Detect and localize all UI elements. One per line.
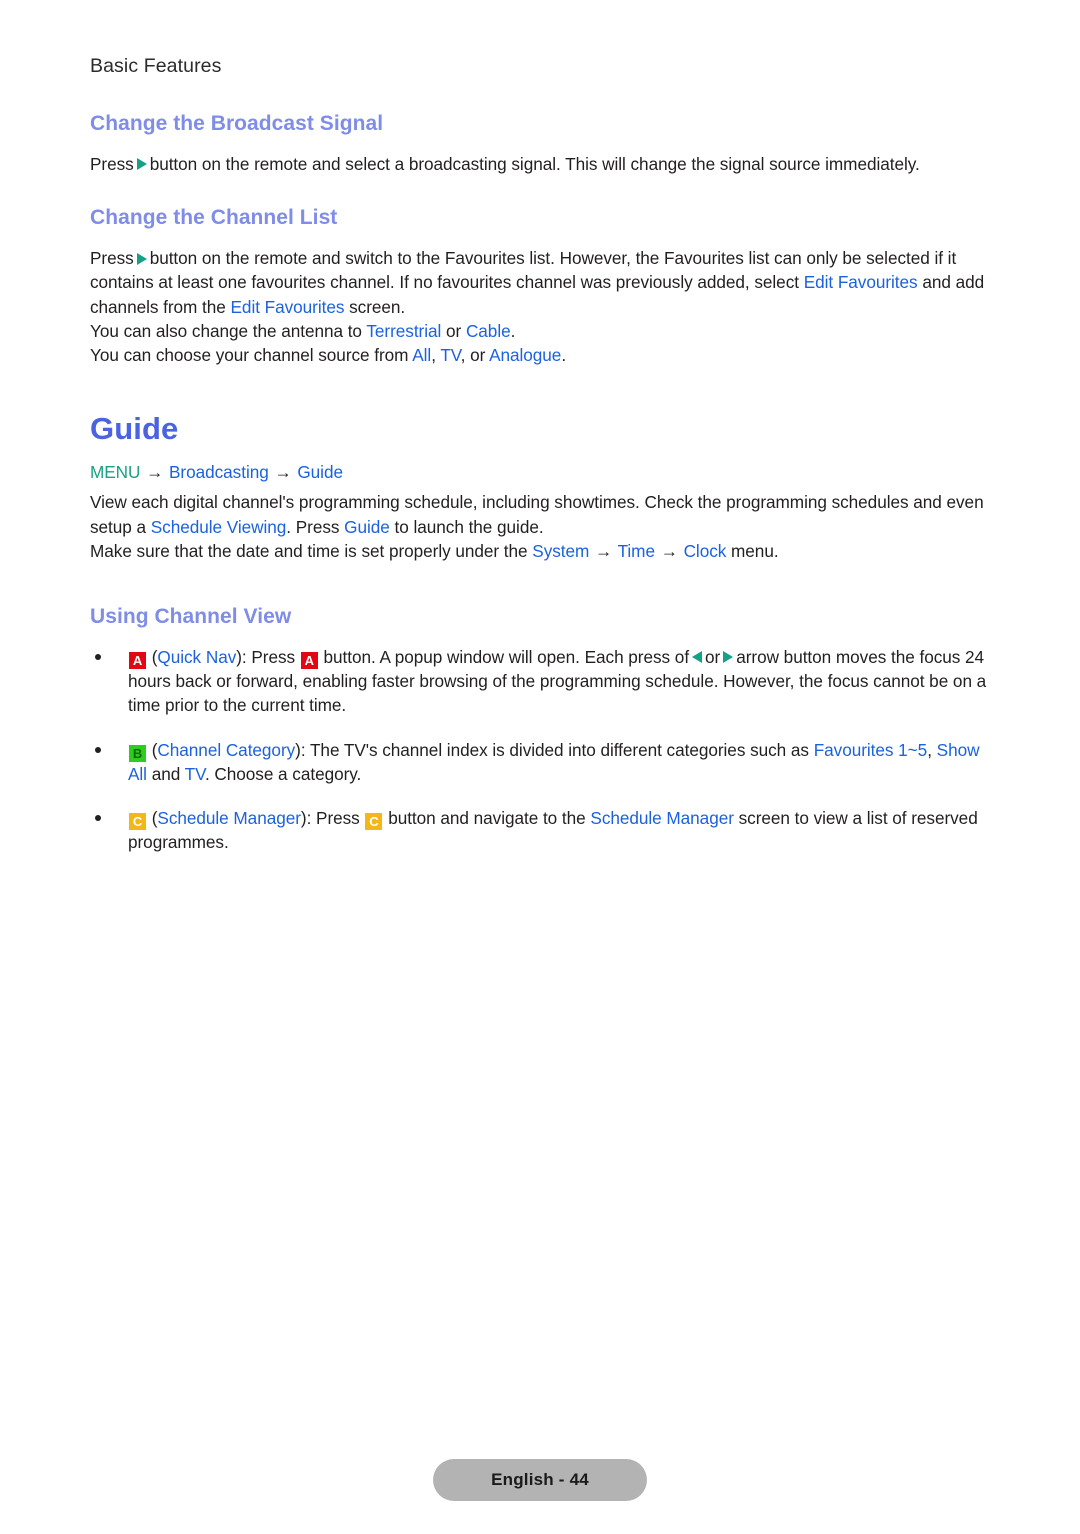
paragraph-channel-list-3: You can choose your channel source from …: [90, 343, 990, 367]
text-antenna-period: .: [510, 320, 516, 341]
key-b-badge-icon: B: [129, 744, 146, 762]
menu-item-broadcasting[interactable]: Broadcasting: [169, 462, 269, 482]
manual-page: Basic Features Change the Broadcast Sign…: [0, 0, 1080, 1534]
page-footer: English - 44: [0, 1459, 1080, 1501]
text-category-comma: ,: [927, 739, 932, 760]
path-arrow-icon: →: [146, 462, 164, 483]
text-category-and: and: [151, 763, 181, 784]
page-content: Basic Features Change the Broadcast Sign…: [90, 55, 990, 874]
text-manager-b: ): Press: [300, 808, 360, 829]
section-heading-channel-list: Change the Channel List: [90, 206, 338, 230]
link-terrestrial[interactable]: Terrestrial: [366, 321, 441, 341]
text-quicknav-b: ): Press: [236, 647, 296, 668]
link-cable[interactable]: Cable: [466, 321, 511, 341]
link-edit-favourites[interactable]: Edit Favourites: [231, 297, 345, 317]
list-item: B (Channel Category): The TV's channel i…: [90, 738, 990, 786]
key-c-badge-icon: C: [129, 813, 146, 831]
paragraph-broadcast-signal: Press button on the remote and select a b…: [90, 152, 990, 176]
text-category-end: . Choose a category.: [204, 763, 362, 784]
path-arrow-icon: →: [595, 540, 613, 561]
link-schedule-viewing[interactable]: Schedule Viewing: [151, 517, 287, 537]
key-a-badge-icon: A: [129, 652, 146, 670]
path-arrow-icon: →: [660, 540, 678, 561]
right-arrow-icon: [136, 252, 147, 265]
bullet-dot-icon: [95, 746, 101, 753]
text-manager-c: button and navigate to the: [388, 808, 586, 829]
link-favourites-1-5[interactable]: Favourites 1~5: [814, 740, 928, 760]
link-clock[interactable]: Clock: [684, 541, 727, 561]
text-quicknav-c: button. A popup window will open. Each p…: [323, 647, 690, 668]
key-c-badge-icon: C: [365, 813, 383, 831]
text-antenna-or: or: [446, 320, 462, 341]
list-item: C (Schedule Manager): Press C button and…: [90, 806, 990, 854]
text-clock-a: Make sure that the date and time is set …: [90, 540, 528, 561]
link-analogue[interactable]: Analogue: [489, 345, 561, 365]
menu-path-breadcrumb: MENU → Broadcasting → Guide: [90, 460, 990, 484]
key-a-badge-icon: A: [300, 652, 318, 670]
left-arrow-icon: [692, 651, 703, 664]
link-time[interactable]: Time: [618, 541, 655, 561]
link-channel-category[interactable]: Channel Category: [157, 740, 295, 760]
link-edit-favourites[interactable]: Edit Favourites: [804, 272, 918, 292]
text-press: Press: [90, 154, 134, 174]
text-guide-c: to launch the guide.: [394, 516, 544, 537]
paragraph-channel-list-1: Press button on the remote and switch to …: [90, 246, 990, 319]
text-quicknav-or: or: [705, 647, 721, 668]
text-source-period: .: [561, 345, 567, 366]
right-arrow-icon: [723, 651, 734, 664]
menu-item-guide[interactable]: Guide: [297, 462, 343, 482]
link-schedule-manager[interactable]: Schedule Manager: [157, 808, 301, 828]
page-title-guide: Guide: [90, 411, 179, 447]
paragraph-guide-2: Make sure that the date and time is set …: [90, 539, 990, 563]
paragraph-channel-list-2: You can also change the antenna to Terre…: [90, 319, 990, 343]
link-system[interactable]: System: [532, 541, 589, 561]
page-number-badge: English - 44: [433, 1459, 647, 1501]
text-category-b: ): The TV's channel index is divided int…: [295, 739, 809, 760]
link-schedule-manager[interactable]: Schedule Manager: [590, 808, 734, 828]
link-quick-nav[interactable]: Quick Nav: [157, 647, 236, 667]
link-guide[interactable]: Guide: [344, 517, 390, 537]
bullet-dot-icon: [95, 815, 101, 822]
text-antenna-a: You can also change the antenna to: [90, 320, 362, 341]
text-clock-b: menu.: [731, 540, 779, 561]
link-tv[interactable]: TV: [440, 345, 460, 365]
text-channel-list-c: screen.: [349, 296, 406, 317]
link-tv[interactable]: TV: [185, 764, 205, 784]
text-guide-b: . Press: [286, 516, 340, 537]
section-heading-using-channel-view: Using Channel View: [90, 605, 292, 629]
text-source-b: , or: [460, 345, 486, 366]
link-all[interactable]: All: [412, 345, 431, 365]
paragraph-guide-1: View each digital channel's programming …: [90, 490, 990, 538]
bullet-dot-icon: [95, 654, 101, 661]
menu-label[interactable]: MENU: [90, 462, 140, 482]
channel-view-bullet-list: A (Quick Nav): Press A button. A popup w…: [90, 645, 990, 854]
list-item: A (Quick Nav): Press A button. A popup w…: [90, 645, 990, 718]
breadcrumb: Basic Features: [90, 55, 222, 77]
text-source-a: You can choose your channel source from: [90, 345, 409, 366]
text-source-comma: ,: [431, 345, 436, 366]
path-arrow-icon: →: [274, 462, 292, 483]
text-press: Press: [90, 248, 134, 269]
right-arrow-icon: [136, 158, 147, 171]
section-heading-broadcast-signal: Change the Broadcast Signal: [90, 112, 384, 135]
text-broadcast-signal-rest: button on the remote and select a broadc…: [149, 154, 920, 174]
